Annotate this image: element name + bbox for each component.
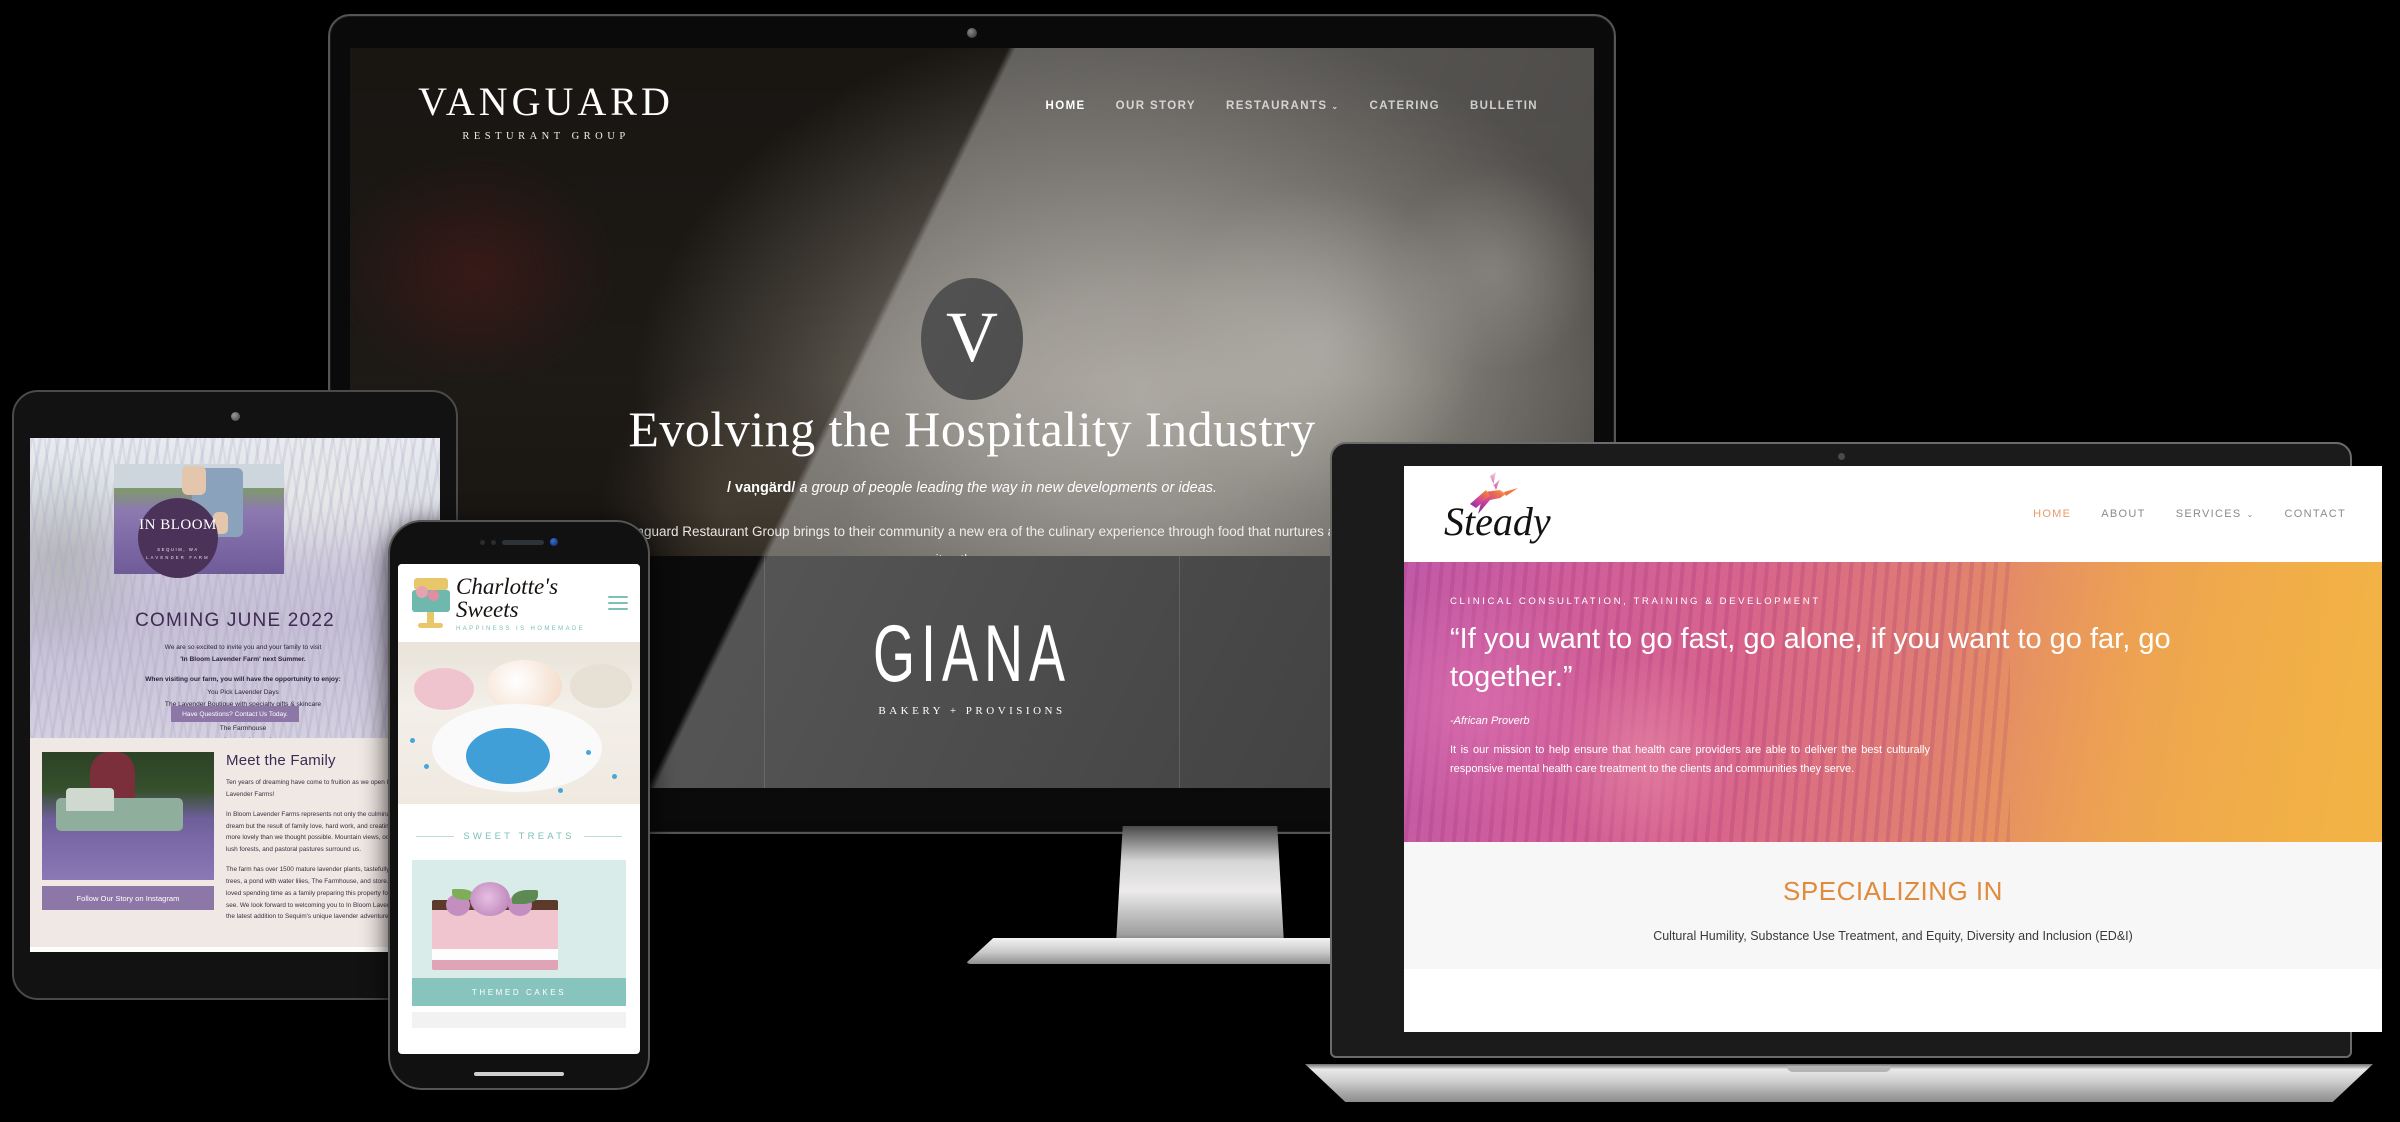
inbloom-intro-copy: We are so excited to invite you and your… — [86, 642, 400, 738]
sweet-treats-label-wrap: SWEET TREATS — [416, 831, 622, 842]
vanguard-definition-phonetic: / van̦gärd/ — [726, 480, 796, 496]
inbloom-family-photo — [42, 752, 214, 880]
phone-camera-icon — [550, 538, 558, 546]
nav-item-home[interactable]: HOME — [1046, 100, 1086, 112]
phone-screen: Charlotte's Sweets HAPPINESS IS HOMEMADE — [398, 564, 640, 1054]
phone-speaker-icon — [502, 539, 544, 545]
steady-mission: It is our mission to help ensure that he… — [1450, 743, 1930, 775]
nav-item-bulletin[interactable]: BULLETIN — [1470, 100, 1538, 112]
charlottes-brand-name: Charlotte's Sweets — [456, 573, 559, 622]
steady-quote-source: -African Proverb — [1450, 714, 1530, 727]
inbloom-family-section: Follow Our Story on Instagram Meet the F… — [30, 738, 440, 948]
phone-sensor-icon — [480, 539, 485, 545]
inbloom-logo-tagline: LAVENDER FARM — [146, 554, 210, 560]
cake-logo-icon — [410, 576, 452, 630]
charlottes-header: Charlotte's Sweets HAPPINESS IS HOMEMADE — [398, 564, 640, 642]
phone-notch — [388, 536, 650, 548]
monitor-webcam-icon — [967, 28, 977, 38]
themed-cakes-caption: THEMED CAKES — [412, 978, 626, 1006]
inbloom-website: IN BLOOM SEQUIM, WA LAVENDER FARM COMING… — [30, 438, 440, 952]
devices-mockup-scene: VANGUARD RESTURANT GROUP HOME OUR STORY … — [0, 0, 2400, 1122]
phone-sensor2-icon — [491, 539, 496, 545]
tablet-screen: IN BLOOM SEQUIM, WA LAVENDER FARM COMING… — [30, 438, 440, 952]
steady-website: Steady HOME ABOUT SERVICES ⌄ CONTACT CLI… — [1404, 466, 2382, 969]
hamburger-menu-icon[interactable] — [608, 592, 628, 615]
nav-item-catering[interactable]: CATERING — [1370, 100, 1440, 112]
steady-nav-home[interactable]: HOME — [2033, 508, 2071, 520]
brand-giana-name: GIANA — [872, 609, 1072, 699]
divider-left — [416, 836, 455, 837]
inbloom-instagram-button[interactable]: Follow Our Story on Instagram — [42, 886, 214, 910]
chevron-down-icon: ⌄ — [2246, 510, 2255, 519]
inbloom-logo-badge[interactable]: IN BLOOM SEQUIM, WA LAVENDER FARM — [138, 498, 218, 578]
brand-card-giana[interactable]: GIANA BAKERY + PROVISIONS — [765, 556, 1180, 788]
laptop-base-notch — [1787, 1066, 1891, 1072]
steady-nav: HOME ABOUT SERVICES ⌄ CONTACT — [2033, 508, 2346, 520]
nav-item-restaurants-label: RESTAURANTS — [1225, 100, 1328, 112]
divider-right — [583, 836, 622, 837]
steady-nav-about[interactable]: ABOUT — [2101, 508, 2145, 520]
steady-brand-name: Steady — [1444, 499, 1551, 544]
inbloom-footer: IN BLOOM LAVENDER FARMS — [30, 947, 440, 952]
vanguard-badge-letter: V — [946, 297, 998, 377]
steady-specializing-section: SPECIALIZING IN Cultural Humility, Subst… — [1404, 842, 2382, 969]
steady-spec-body: Cultural Humility, Substance Use Treatme… — [1653, 929, 2133, 943]
steady-spec-title: SPECIALIZING IN — [1783, 876, 2003, 906]
nav-item-our-story[interactable]: OUR STORY — [1116, 100, 1196, 112]
themed-cakes-card[interactable]: THEMED CAKES — [412, 860, 626, 1006]
steady-quote-block: CLINICAL CONSULTATION, TRAINING & DEVELO… — [1450, 596, 2202, 779]
steady-nav-services-label: SERVICES — [2175, 508, 2242, 520]
charlottes-brand[interactable]: Charlotte's Sweets HAPPINESS IS HOMEMADE — [452, 575, 608, 632]
vanguard-logo-name: VANGUARD — [418, 79, 674, 124]
vanguard-v-badge: V — [921, 278, 1023, 400]
laptop-camera-icon — [1838, 453, 1845, 460]
tablet-camera-icon — [231, 412, 240, 421]
nav-item-restaurants[interactable]: RESTAURANTS ⌄ — [1226, 100, 1340, 112]
inbloom-hero: IN BLOOM SEQUIM, WA LAVENDER FARM COMING… — [30, 438, 440, 738]
inbloom-logo-name: IN BLOOM — [139, 516, 217, 533]
inbloom-intro-line2: 'In Bloom Lavender Farm' next Summer. — [180, 656, 306, 664]
vanguard-nav: HOME OUR STORY RESTAURANTS ⌄ CATERING BUL… — [1046, 100, 1538, 112]
inbloom-coming-heading: COMING JUNE 2022 — [135, 610, 335, 631]
chevron-down-icon: ⌄ — [1331, 102, 1340, 111]
vanguard-logo-sub: RESTURANT GROUP — [462, 131, 630, 142]
charlottes-website: Charlotte's Sweets HAPPINESS IS HOMEMADE — [398, 564, 640, 1028]
brand-giana-sub: BAKERY + PROVISIONS — [878, 705, 1066, 717]
laptop-screen: Steady HOME ABOUT SERVICES ⌄ CONTACT CLI… — [1404, 466, 2382, 1032]
charlottes-hero-photo — [398, 642, 640, 804]
themed-cakes-illustration — [412, 860, 626, 978]
charlottes-tagline: HAPPINESS IS HOMEMADE — [456, 625, 586, 632]
vanguard-definition-text: a group of people leading the way in new… — [795, 480, 1218, 496]
steady-nav-services[interactable]: SERVICES ⌄ — [2176, 508, 2255, 520]
phone-device: Charlotte's Sweets HAPPINESS IS HOMEMADE — [388, 520, 650, 1090]
steady-quote: “If you want to go fast, go alone, if yo… — [1450, 623, 2171, 694]
steady-header: Steady HOME ABOUT SERVICES ⌄ CONTACT — [1404, 466, 2382, 562]
monitor-stand-neck — [1116, 826, 1284, 944]
laptop-lid: Steady HOME ABOUT SERVICES ⌄ CONTACT CLI… — [1330, 442, 2382, 1058]
phone-home-indicator — [474, 1072, 564, 1076]
inbloom-logo-city: SEQUIM, WA — [157, 546, 199, 552]
laptop-device: Steady HOME ABOUT SERVICES ⌄ CONTACT CLI… — [1278, 442, 2400, 1102]
steady-hero: CLINICAL CONSULTATION, TRAINING & DEVELO… — [1404, 562, 2382, 842]
next-card-placeholder — [412, 1012, 626, 1028]
sweet-treats-label: SWEET TREATS — [463, 831, 575, 842]
inbloom-contact-button[interactable]: Have Questions? Contact Us Today. — [171, 706, 299, 722]
charlottes-sweet-treats-section: SWEET TREATS — [398, 804, 640, 852]
inbloom-enjoy-heading: When visiting our farm, you will have th… — [145, 676, 341, 684]
steady-kicker: CLINICAL CONSULTATION, TRAINING & DEVELO… — [1450, 596, 1821, 607]
steady-logo[interactable]: Steady — [1440, 472, 1590, 556]
inbloom-intro-line1: We are so excited to invite you and your… — [164, 644, 322, 651]
steady-nav-contact[interactable]: CONTACT — [2285, 508, 2346, 520]
vanguard-logo[interactable]: VANGUARD RESTURANT GROUP — [396, 79, 696, 143]
